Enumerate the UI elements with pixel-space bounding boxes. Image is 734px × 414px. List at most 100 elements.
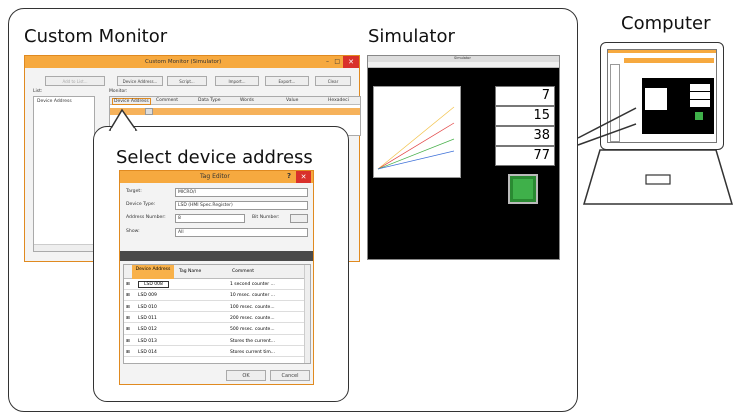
show-value: All <box>178 230 184 235</box>
expand-icon[interactable]: ⊞ <box>126 327 130 332</box>
import-button[interactable]: Import... <box>215 76 259 86</box>
address-number-row: Address Number: 8 Bit Number: <box>120 213 313 224</box>
device-type-label: Device Type: <box>126 202 156 207</box>
tag-col-tag-name[interactable]: Tag Name <box>179 269 201 274</box>
expand-icon[interactable]: ⊞ <box>126 316 130 321</box>
simulator-toolbar[interactable] <box>368 62 559 68</box>
expand-icon[interactable]: ⊞ <box>126 293 130 298</box>
maximize-icon[interactable]: □ <box>334 58 340 65</box>
target-dropdown[interactable]: MICRO/I <box>175 188 308 197</box>
green-button[interactable] <box>508 174 538 204</box>
monitor-col-3: Words <box>240 98 254 103</box>
device-type-value: LSD (HMI Spec.Register) <box>178 203 233 208</box>
laptop-mini-highlight <box>624 58 714 63</box>
monitor-col-1: Comment <box>156 98 179 103</box>
tag-col-comment[interactable]: Comment <box>232 269 254 274</box>
device-type-row: Device Type: LSD (HMI Spec.Register) <box>120 200 313 211</box>
address-number-input[interactable]: 8 <box>175 214 245 223</box>
tag-row-address: LSD 011 <box>138 315 157 321</box>
tag-row-address: LSD 009 <box>138 293 157 299</box>
minimize-icon[interactable]: – <box>326 58 329 65</box>
tag-grid-header: Device Address Tag Name Comment <box>124 265 310 279</box>
bit-number-label: Bit Number: <box>252 215 280 220</box>
tag-editor-title: Tag Editor <box>200 173 230 180</box>
simulator-to-computer-connector <box>577 107 637 146</box>
monitor-row-dropdown[interactable] <box>145 108 153 115</box>
laptop-mini-green-button <box>695 112 703 120</box>
expand-icon[interactable]: ⊞ <box>126 305 130 310</box>
custom-monitor-title: Custom Monitor (Simulator) <box>145 59 222 65</box>
monitor-col-5: Hexadeci <box>328 98 349 103</box>
show-row: Show: All <box>120 227 313 238</box>
monitor-col-4: Value <box>286 98 299 103</box>
ok-button[interactable]: OK <box>226 370 266 381</box>
clear-button[interactable]: Clear <box>315 76 351 86</box>
address-number-value: 8 <box>178 216 181 221</box>
expand-icon[interactable]: ⊞ <box>126 350 130 355</box>
callout-pointer <box>108 108 138 132</box>
trend-graph <box>373 86 461 178</box>
tag-row[interactable]: ⊞ LSD 011 200 msec. counte... <box>124 312 310 324</box>
tag-row[interactable]: ⊞ LSD 012 500 msec. counte... <box>124 324 310 335</box>
target-label: Target: <box>126 189 142 194</box>
tag-row[interactable]: ⊞ LSD 008 1 second counter ... <box>124 279 310 290</box>
show-label: Show: <box>126 229 140 234</box>
show-dropdown[interactable]: All <box>175 228 308 237</box>
monitor-col-0: Device Address <box>112 98 151 105</box>
tag-row-address: LSD 014 <box>138 349 157 355</box>
monitor-grid-header: Device Address Comment Data Type Words V… <box>110 97 360 105</box>
target-value: MICRO/I <box>178 190 196 195</box>
tag-row-address: LSD 013 <box>138 338 157 344</box>
cancel-button[interactable]: Cancel <box>270 370 310 381</box>
tag-row-comment: Stores the current... <box>230 338 276 344</box>
laptop-mini-box-3 <box>690 100 710 107</box>
simulator-title: Simulator <box>454 56 471 60</box>
export-button[interactable]: Export... <box>265 76 309 86</box>
tag-row[interactable]: ⊞ LSD 010 100 msec. counte... <box>124 301 310 313</box>
script-button[interactable]: Script... <box>167 76 207 86</box>
close-icon[interactable]: ✕ <box>343 56 359 68</box>
tag-row-address: LSD 012 <box>138 327 157 333</box>
monitor-col-2: Data Type <box>198 98 221 103</box>
help-icon[interactable]: ? <box>287 172 291 180</box>
laptop-mini-box-1 <box>690 84 710 91</box>
list-scrollbar[interactable] <box>34 244 94 251</box>
tag-row[interactable]: ⊞ LSD 009 10 msec. counter ... <box>124 290 310 301</box>
tag-editor-toolbar[interactable] <box>120 251 313 261</box>
list-label: List: <box>33 89 43 94</box>
tag-row-address: LSD 010 <box>138 304 157 310</box>
tag-col-device-address[interactable]: Device Address <box>132 265 174 279</box>
tag-row[interactable]: ⊞ LSD 014 Stores current tim... <box>124 346 310 358</box>
simulator-window: Simulator 7 15 38 77 <box>367 55 560 260</box>
trend-graph-lines <box>377 106 455 170</box>
list-header: Device Address <box>37 99 72 104</box>
bit-number-input[interactable] <box>290 214 308 223</box>
monitor-label: Monitor: <box>109 89 128 94</box>
tag-editor-close-icon[interactable]: ✕ <box>296 171 311 183</box>
tag-editor-dialog: Tag Editor ? ✕ Target: MICRO/I Device Ty… <box>119 170 314 385</box>
add-to-list-button[interactable]: Add to List... <box>45 76 105 86</box>
target-row: Target: MICRO/I <box>120 187 313 198</box>
device-address-button[interactable]: Device Address... <box>117 76 163 86</box>
value-box-1: 7 <box>495 86 555 106</box>
custom-monitor-label: Custom Monitor <box>24 26 168 47</box>
device-type-dropdown[interactable]: LSD (HMI Spec.Register) <box>175 201 308 210</box>
expand-icon[interactable]: ⊞ <box>126 282 130 287</box>
laptop-mini-box-2 <box>690 92 710 99</box>
tag-row-address: LSD 008 <box>138 280 169 288</box>
tag-row-comment: 10 msec. counter ... <box>230 293 276 299</box>
simulator-label: Simulator <box>368 26 455 47</box>
tag-grid[interactable]: Device Address Tag Name Comment ⊞ LSD 008… <box>123 264 311 364</box>
tag-editor-titlebar: Tag Editor ? ✕ <box>120 171 313 183</box>
tag-row[interactable]: ⊞ LSD 013 Stores the current... <box>124 335 310 347</box>
laptop-base <box>582 149 734 205</box>
list-box[interactable]: Device Address <box>33 96 95 252</box>
value-box-2: 15 <box>495 106 555 126</box>
computer-label: Computer <box>621 13 711 34</box>
diagram-root: Custom Monitor Simulator Computer Custom… <box>0 0 734 414</box>
tag-row-comment: 200 msec. counte... <box>230 315 275 321</box>
tag-grid-scrollbar[interactable] <box>304 265 310 363</box>
tag-row-comment: 1 second counter ... <box>230 282 275 287</box>
laptop-mini-simulator <box>642 78 714 134</box>
expand-icon[interactable]: ⊞ <box>126 339 130 344</box>
